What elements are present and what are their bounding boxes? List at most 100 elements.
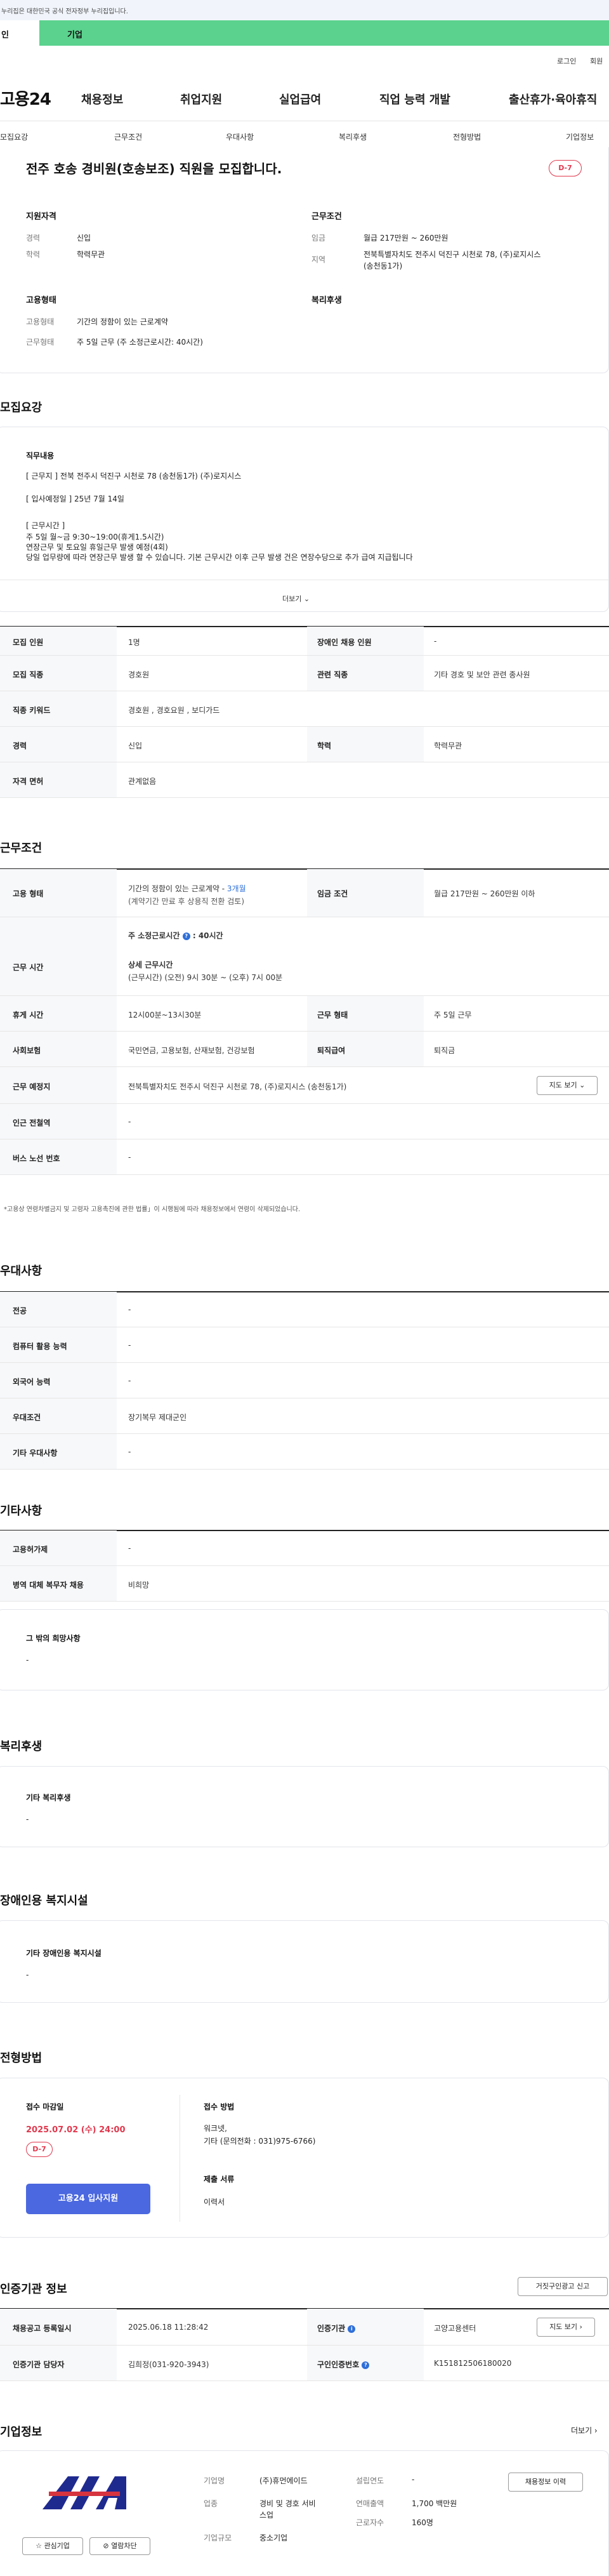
row-key: 학력 — [317, 741, 332, 750]
method-value: 기타 (문의전화 : 031)975-6766) — [204, 2137, 316, 2146]
deadline-title: 접수 마감일 — [26, 2102, 64, 2111]
subnav-preference[interactable]: 우대사항 — [226, 131, 254, 142]
gnb-jobs[interactable]: 채용정보 — [81, 91, 123, 107]
table-row: 인근 전철역 - — [0, 1104, 609, 1139]
career-label: 경력 — [26, 234, 41, 242]
table-row: 휴게 시간 12시00분~13시30분 근무 형태 주 5일 근무 — [0, 996, 609, 1032]
std-hours-value: : 40시간 — [192, 931, 223, 940]
welfare-value: - — [26, 1815, 29, 1824]
table-row: 모집 인원 1명 장애인 채용 인원 - — [0, 627, 609, 656]
gnb-training[interactable]: 직업 능력 개발 — [379, 91, 450, 107]
company-more-link[interactable]: 더보기 › — [571, 2425, 598, 2436]
row-value: 관계없음 — [128, 777, 157, 786]
row-value: K151812506180020 — [434, 2359, 512, 2368]
subnav-conditions[interactable]: 근무조건 — [114, 131, 142, 142]
false-ad-report-button[interactable]: 거짓구인광고 신고 — [518, 2277, 608, 2296]
favorite-company-button[interactable]: ☆ 관심기업 — [22, 2537, 83, 2555]
industry-value: 경비 및 경호 서비 — [259, 2499, 316, 2508]
help-icon[interactable]: i — [348, 2325, 356, 2333]
row-key: 근무 예정지 — [13, 1082, 51, 1091]
row-key: 인근 전철역 — [13, 1119, 51, 1127]
map-view-button[interactable]: 지도 보기 ⌄ — [537, 1076, 598, 1095]
row-key: 기타 우대사항 — [13, 1449, 58, 1457]
disabled-card: 기타 장애인용 복지시설 - — [0, 1920, 609, 2003]
subnav-recruit[interactable]: 모집요강 — [0, 131, 28, 142]
duty-line: [ 근무지 ] 전북 전주시 덕진구 시천로 78 (송천동1가) (주)로지시… — [26, 472, 242, 481]
row-key: 컴퓨터 활용 능력 — [13, 1342, 67, 1351]
row-value: - — [128, 1447, 131, 1456]
recruit-history-button[interactable]: 채용정보 이력 — [508, 2473, 583, 2492]
docs-value: 이력서 — [204, 2198, 225, 2207]
site-logo[interactable]: 고용24 — [0, 86, 51, 110]
row-key: 관련 직종 — [317, 670, 348, 679]
row-value: 기간의 정함이 있는 근로계약 - 3개월 — [128, 883, 246, 894]
row-value: 전북특별자치도 전주시 덕진구 시천로 78, (주)로지시스 (송천동1가) — [128, 1082, 347, 1091]
block-view-button[interactable]: ⊘ 열람차단 — [89, 2537, 150, 2555]
table-row: 외국어 능력 - — [0, 1363, 609, 1398]
duty-title: 직무내용 — [26, 451, 55, 460]
region-value-2: (송천동1가) — [363, 262, 403, 270]
cert-no-label: 구인인증번호 — [317, 2360, 360, 2369]
row-value: 퇴직금 — [434, 1046, 455, 1055]
dday-badge: D-7 — [26, 2142, 53, 2157]
table-row: 기타 우대사항 - — [0, 1434, 609, 1470]
apply-card: 접수 마감일 2025.07.02 (수) 24:00 D-7 고용24 입사지… — [0, 2078, 609, 2238]
more-button[interactable]: 더보기 ⌄ — [282, 594, 310, 604]
row-key: 외국어 능력 — [13, 1378, 51, 1386]
pref-heading: 우대사항 — [0, 1265, 43, 1278]
table-row: 고용 형태 기간의 정함이 있는 근로계약 - 3개월 (계약기간 만료 후 상… — [0, 869, 609, 917]
etc-heading: 기타사항 — [0, 1504, 43, 1518]
gov-banner: 누리집은 대한민국 공식 전자정부 누리집입니다. — [0, 0, 609, 20]
row-key: 고용 형태 — [13, 889, 44, 898]
company-card: ☆ 관심기업 ⊘ 열람차단 기업명 (주)휴먼에이드 업종 경비 및 경호 서비… — [0, 2450, 609, 2576]
qualification-title: 지원자격 — [26, 212, 56, 222]
row-key: 구인인증번호 ? — [317, 2359, 370, 2370]
subnav-selection[interactable]: 전형방법 — [453, 131, 481, 142]
subnav-company[interactable]: 기업정보 — [566, 131, 594, 142]
contract-period: 3개월 — [226, 884, 246, 893]
wage-label: 임금 — [311, 234, 326, 242]
region-label: 지역 — [311, 255, 326, 264]
row-key: 버스 노선 번호 — [13, 1154, 60, 1163]
help-icon[interactable]: ? — [182, 932, 190, 940]
job-title: 전주 호송 경비원(호송보조) 직원을 모집합니다. — [26, 161, 282, 176]
disabled-heading: 장애인용 복지시설 — [0, 1894, 88, 1908]
agency-map-button[interactable]: 지도 보기 › — [537, 2318, 595, 2337]
row-value: 경호원 , 경호요원 , 보디가드 — [128, 706, 220, 715]
login-link[interactable]: 로그인 — [557, 56, 576, 66]
table-row: 버스 노선 번호 - — [0, 1139, 609, 1175]
row-value: 상세 근무시간 — [128, 960, 173, 969]
deadline-value: 2025.07.02 (수) 24:00 — [26, 2125, 126, 2135]
row-value: 국민연금, 고용보험, 산재보험, 건강보험 — [128, 1046, 255, 1055]
row-value: 주 5일 근무 — [434, 1011, 472, 1019]
subnav-welfare[interactable]: 복리후생 — [339, 131, 367, 142]
apply-heading: 전형방법 — [0, 2052, 43, 2065]
gnb-leave[interactable]: 출산휴가·육아휴직 — [509, 91, 597, 107]
signup-link[interactable]: 회원 — [590, 56, 603, 66]
row-value: - — [128, 1117, 131, 1126]
apply-button[interactable]: 고용24 입사지원 — [26, 2184, 150, 2214]
size-value: 중소기업 — [259, 2533, 288, 2542]
user-type-tabs: 인 기업 — [0, 20, 609, 46]
row-value: 비희망 — [128, 1581, 150, 1590]
row-value: 학력무관 — [434, 741, 462, 750]
duty-line: 연장근무 및 토요일 휴일근무 발생 예정(4회) — [26, 543, 168, 552]
sales-value: 1,700 백만원 — [412, 2499, 457, 2508]
row-key: 고용허가제 — [13, 1545, 48, 1554]
tab-company[interactable]: 기업 — [39, 20, 609, 46]
row-value: 경호원 — [128, 670, 150, 679]
welfare-card-title: 기타 복리후생 — [26, 1793, 71, 1802]
region-value: 전북특별자치도 전주시 덕진구 시천로 78, (주)로지시스 — [363, 250, 541, 259]
recruit-heading: 모집요강 — [0, 401, 43, 415]
help-icon[interactable]: ? — [362, 2361, 370, 2369]
table-row: 자격 면허 관계없음 — [0, 762, 609, 798]
tab-personal[interactable]: 인 — [0, 20, 39, 46]
table-row: 모집 직종 경호원 관련 직종 기타 경호 및 보안 관련 종사원 — [0, 656, 609, 691]
gnb-employment-support[interactable]: 취업지원 — [180, 91, 222, 107]
row-key: 모집 직종 — [13, 670, 44, 679]
gnb-unemployment[interactable]: 실업급여 — [279, 91, 321, 107]
block-icon: ⊘ — [103, 2542, 109, 2550]
company-name-value: (주)휴먼에이드 — [259, 2476, 308, 2485]
row-value: (계약기간 만료 후 상용직 전환 검토) — [128, 897, 244, 906]
row-key: 우대조건 — [13, 1413, 41, 1422]
